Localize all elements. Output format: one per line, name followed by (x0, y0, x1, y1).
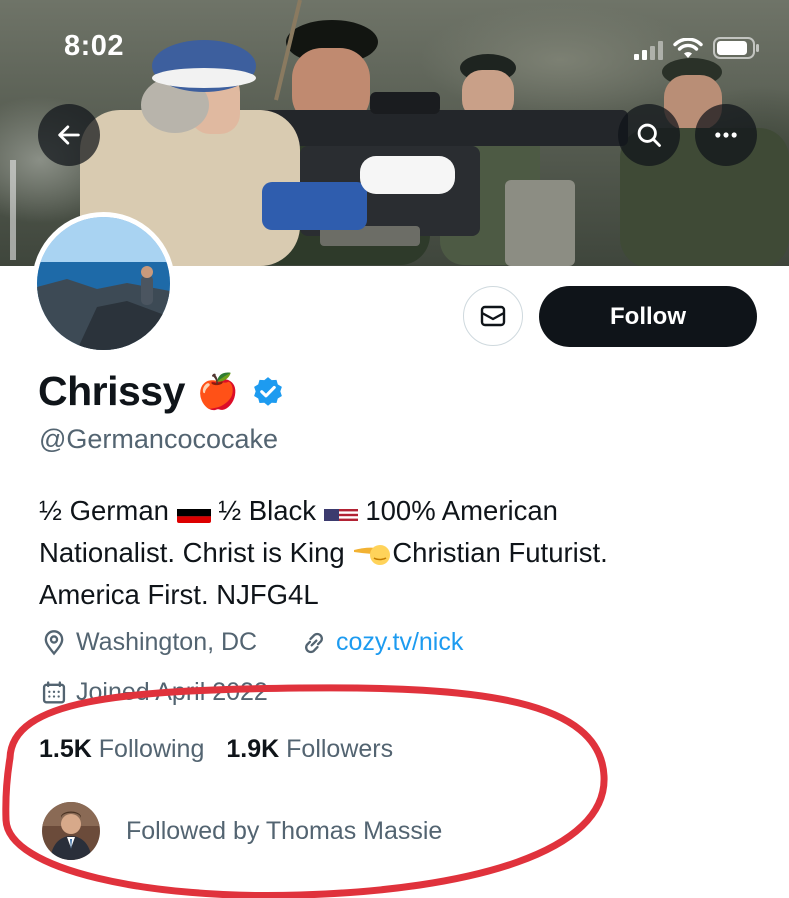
follow-stats: 1.5K Following 1.9K Followers (39, 735, 393, 764)
wifi-icon (673, 38, 703, 58)
mail-icon (480, 305, 506, 327)
follower-avatar-photo (42, 802, 100, 860)
following-count: 1.5K (39, 735, 92, 763)
profile-bio: ½ German ½ Black 100% American Nationali… (39, 490, 759, 616)
website-link[interactable]: cozy.tv/nick (336, 628, 463, 657)
profile-handle: @Germancococake (39, 424, 279, 454)
more-button[interactable] (695, 104, 757, 166)
german-flag-icon (176, 501, 211, 523)
bio-text-4: Nationalist. Christ is King (39, 537, 345, 568)
name-row: Chrissy 🍎 (38, 368, 285, 415)
followers-label: Followers (286, 735, 394, 763)
status-time: 8:02 (64, 30, 125, 62)
link-icon (305, 632, 323, 653)
bio-text-6: America First. NJFG4L (39, 579, 319, 610)
followed-by-text: Followed by Thomas Massie (126, 816, 443, 845)
search-icon (637, 123, 661, 147)
profile-website[interactable]: cozy.tv/nick (300, 628, 463, 657)
avatar-photo (37, 217, 170, 350)
display-name: Chrissy (38, 368, 185, 414)
us-flag-icon (323, 501, 358, 523)
pointing-hand-icon (354, 545, 391, 565)
apple-emoji: 🍎 (196, 372, 240, 411)
status-bar: 8:02 (0, 0, 789, 90)
profile-avatar[interactable] (32, 212, 175, 355)
follower-avatar[interactable] (40, 800, 102, 862)
followed-by-row[interactable]: Followed by Thomas Massie (40, 800, 442, 862)
battery-icon (713, 37, 759, 59)
followers-count: 1.9K (226, 735, 280, 763)
back-button[interactable] (38, 104, 100, 166)
location-pin-icon (44, 629, 64, 655)
joined-text: Joined April 2022 (76, 678, 268, 706)
following-label: Following (98, 735, 205, 763)
status-icons (634, 36, 761, 60)
bio-text-2: ½ Black (218, 495, 317, 526)
bio-text-5: Christian Futurist. (392, 537, 608, 568)
message-button[interactable] (463, 286, 523, 346)
search-button[interactable] (618, 104, 680, 166)
following-stat[interactable]: 1.5K Following (39, 735, 204, 764)
bio-text-3: 100% American (365, 495, 558, 526)
follow-button[interactable]: Follow (539, 286, 757, 347)
cellular-signal-icon (634, 40, 663, 60)
bio-text-1: ½ German (39, 495, 169, 526)
location-text: Washington, DC (76, 628, 258, 656)
more-horizontal-icon (715, 132, 737, 138)
profile-joined: Joined April 2022 (40, 678, 268, 707)
arrow-left-icon (58, 125, 80, 145)
profile-location: Washington, DC (40, 628, 257, 657)
followers-stat[interactable]: 1.9K Followers (226, 735, 393, 764)
verified-badge-icon[interactable] (251, 375, 285, 409)
calendar-icon (42, 680, 66, 703)
